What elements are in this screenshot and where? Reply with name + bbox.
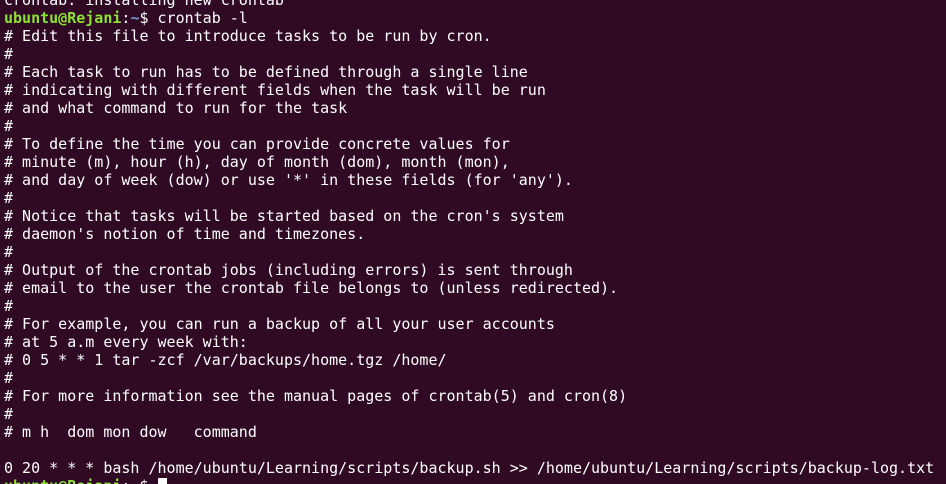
terminal-output: crontab: installing new crontab ubuntu@R…	[4, 0, 946, 484]
output-line: # and what command to run for the task	[4, 99, 348, 117]
prompt-user-host: ubuntu@Rejani	[4, 477, 121, 484]
output-line: # minute (m), hour (h), day of month (do…	[4, 153, 510, 171]
output-line: # For more information see the manual pa…	[4, 387, 628, 405]
output-line: # For example, you can run a backup of a…	[4, 315, 555, 333]
output-line: # 0 5 * * 1 tar -zcf /var/backups/home.t…	[4, 351, 447, 369]
prompt-user-host: ubuntu@Rejani	[4, 9, 122, 27]
crontab-entry: 0 20 * * * bash /home/ubuntu/Learning/sc…	[4, 459, 935, 477]
output-line: #	[4, 189, 14, 207]
output-line: # email to the user the crontab file bel…	[4, 279, 619, 297]
prompt-symbol: $	[139, 477, 157, 484]
output-line: #	[4, 45, 14, 63]
output-line: #	[4, 243, 14, 261]
status-line: crontab: installing new crontab	[4, 0, 284, 9]
output-line: # daemon's notion of time and timezones.	[4, 225, 366, 243]
text-cursor	[157, 478, 167, 484]
output-line: #	[4, 117, 14, 135]
output-line: # indicating with different fields when …	[4, 81, 546, 99]
output-line: # and day of week (dow) or use '*' in th…	[4, 171, 573, 189]
output-line: #	[4, 369, 14, 387]
output-line: # Edit this file to introduce tasks to b…	[4, 27, 492, 45]
command-text: crontab -l	[157, 9, 248, 27]
output-line: # at 5 a.m every week with:	[4, 333, 248, 351]
output-line: # Each task to run has to be defined thr…	[4, 63, 528, 81]
terminal-window[interactable]: crontab: installing new crontab ubuntu@R…	[0, 0, 946, 484]
command-line: ubuntu@Rejani:~$ crontab -l	[4, 9, 946, 27]
output-line: # Output of the crontab jobs (including …	[4, 261, 573, 279]
output-line: # m h dom mon dow command	[4, 423, 257, 441]
prompt-symbol: $	[139, 9, 158, 27]
output-line: #	[4, 297, 14, 315]
output-line: #	[4, 405, 14, 423]
output-line: # Notice that tasks will be started base…	[4, 207, 564, 225]
output-line: # To define the time you can provide con…	[4, 135, 510, 153]
active-prompt-line[interactable]: ubuntu@Rejani:~$	[4, 477, 946, 484]
